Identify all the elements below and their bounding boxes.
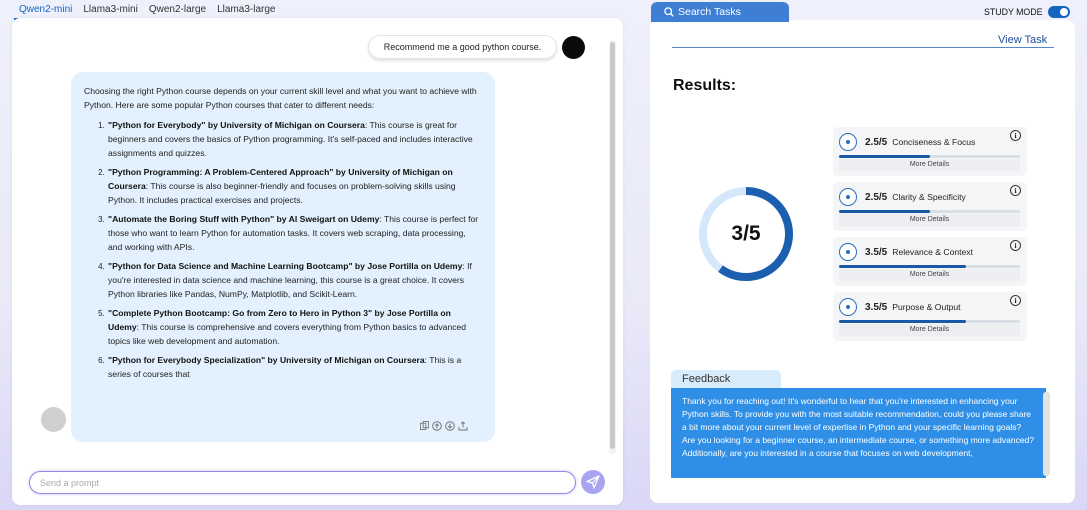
course-title: "Python for Everybody" by University of … xyxy=(108,120,365,130)
course-title: "Python for Everybody Specialization" by… xyxy=(108,355,425,365)
prompt-input[interactable] xyxy=(29,471,576,494)
list-item: "Python for Data Science and Machine Lea… xyxy=(107,259,481,301)
info-icon[interactable]: i xyxy=(1010,130,1021,141)
overall-score: 3/5 xyxy=(731,222,761,245)
scrollbar-thumb[interactable] xyxy=(610,42,615,449)
metric-name: Relevance & Context xyxy=(892,247,973,257)
copy-icon[interactable] xyxy=(420,421,429,433)
info-icon[interactable]: i xyxy=(1010,295,1021,306)
metric-card-relevance: 3.5/5 Relevance & Context i More Details xyxy=(833,237,1027,286)
metric-score: 3.5/5 xyxy=(865,301,888,313)
list-item: "Python for Everybody" by University of … xyxy=(107,118,481,160)
course-desc: : This course is also beginner-friendly … xyxy=(108,181,456,205)
metric-card-clarity: 2.5/5 Clarity & Specificity i More Detai… xyxy=(833,182,1027,231)
course-desc: : This course is comprehensive and cover… xyxy=(108,322,467,346)
chat-scrollbar[interactable] xyxy=(609,40,616,454)
metric-bar xyxy=(839,265,1020,268)
radio-icon[interactable] xyxy=(839,188,857,206)
search-tasks-tab[interactable]: Search Tasks xyxy=(651,2,789,22)
list-item: "Python Programming: A Problem-Centered … xyxy=(107,165,481,207)
share-icon[interactable] xyxy=(458,421,468,433)
metric-name: Clarity & Specificity xyxy=(892,192,966,202)
list-item: "Python for Everybody Specialization" by… xyxy=(107,353,481,381)
metric-bar xyxy=(839,210,1020,213)
metric-bar xyxy=(839,155,1020,158)
metric-score: 3.5/5 xyxy=(865,246,888,258)
metric-bar-fill xyxy=(839,210,930,213)
user-avatar xyxy=(562,36,585,59)
radio-icon[interactable] xyxy=(839,243,857,261)
send-icon xyxy=(586,475,600,489)
more-details-button[interactable]: More Details xyxy=(839,324,1020,336)
assistant-intro: Choosing the right Python course depends… xyxy=(84,86,477,110)
metric-bar xyxy=(839,320,1020,323)
message-actions xyxy=(420,421,468,433)
list-item: "Automate the Boring Stuff with Python" … xyxy=(107,212,481,254)
feedback-label: Feedback xyxy=(671,370,781,389)
study-mode-label: STUDY MODE xyxy=(984,7,1043,17)
study-mode: STUDY MODE xyxy=(984,6,1070,18)
user-message: Recommend me a good python course. xyxy=(368,35,557,59)
radio-icon[interactable] xyxy=(839,298,857,316)
study-mode-toggle[interactable] xyxy=(1047,6,1070,18)
assistant-message: Choosing the right Python course depends… xyxy=(71,72,495,442)
course-title: "Automate the Boring Stuff with Python" … xyxy=(108,214,380,224)
info-icon[interactable]: i xyxy=(1010,185,1021,196)
metric-bar-fill xyxy=(839,155,930,158)
metric-card-conciseness: 2.5/5 Conciseness & Focus i More Details xyxy=(833,127,1027,176)
feedback-scrollbar[interactable] xyxy=(1043,392,1050,476)
course-title: "Python for Data Science and Machine Lea… xyxy=(108,261,463,271)
more-details-button[interactable]: More Details xyxy=(839,159,1020,171)
course-list: "Python for Everybody" by University of … xyxy=(84,118,481,381)
assistant-avatar xyxy=(41,407,66,432)
metric-score: 2.5/5 xyxy=(865,191,888,203)
thumbs-down-icon[interactable] xyxy=(445,421,455,433)
more-details-button[interactable]: More Details xyxy=(839,214,1020,226)
results-title: Results: xyxy=(673,77,737,94)
search-tasks-label: Search Tasks xyxy=(678,6,741,18)
metric-name: Conciseness & Focus xyxy=(892,137,976,147)
thumbs-up-icon[interactable] xyxy=(432,421,442,433)
header-divider xyxy=(672,47,1054,48)
search-icon xyxy=(664,7,674,17)
send-button[interactable] xyxy=(581,470,605,494)
feedback-text: Thank you for reaching out! It's wonderf… xyxy=(671,388,1046,478)
chat-panel: Recommend me a good python course. Choos… xyxy=(12,18,623,505)
metric-bar-fill xyxy=(839,320,966,323)
info-icon[interactable]: i xyxy=(1010,240,1021,251)
metric-name: Purpose & Output xyxy=(892,302,961,312)
more-details-button[interactable]: More Details xyxy=(839,269,1020,281)
view-task-link[interactable]: View Task xyxy=(998,34,1047,46)
list-item: "Complete Python Bootcamp: Go from Zero … xyxy=(107,306,481,348)
metric-score: 2.5/5 xyxy=(865,136,888,148)
metric-bar-fill xyxy=(839,265,966,268)
metric-card-purpose: 3.5/5 Purpose & Output i More Details xyxy=(833,292,1027,341)
radio-icon[interactable] xyxy=(839,133,857,151)
